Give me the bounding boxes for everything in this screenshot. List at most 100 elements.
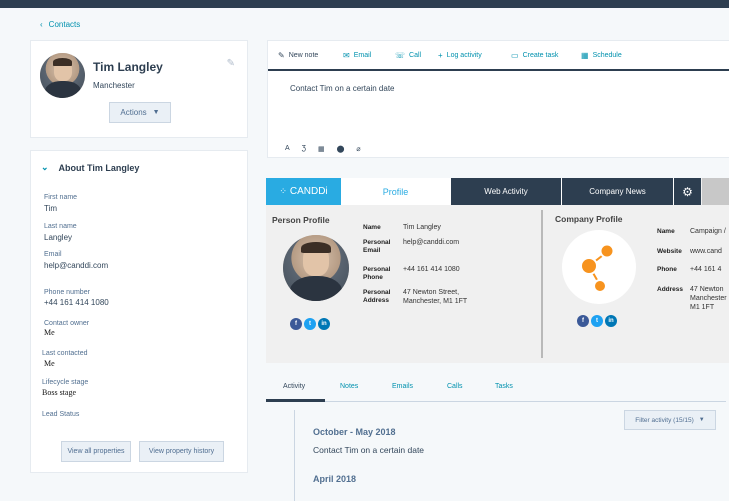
about-contact-card: ⌄ About Tim Langley First name Tim Last … (30, 150, 248, 473)
gear-icon[interactable]: ⚙ (673, 178, 701, 205)
tab-create-task[interactable]: ▭ Create task (511, 51, 558, 60)
facebook-icon[interactable]: f (290, 318, 302, 330)
table-icon[interactable]: ▦ (318, 145, 325, 153)
caret-down-icon: ▼ (698, 417, 705, 423)
tab-schedule[interactable]: ▦ Schedule (581, 51, 622, 60)
canddi-widget: ⁘ CANDDi Profile Web Activity Company Ne… (266, 178, 729, 363)
phone-icon: ☏ (395, 51, 406, 60)
tab-new-note-label: New note (288, 52, 319, 59)
company-profile-heading: Company Profile (555, 214, 623, 224)
task-icon: ▭ (511, 51, 519, 60)
company-facebook-icon[interactable]: f (577, 315, 589, 327)
active-tab-indicator (266, 399, 325, 402)
prop-label-first-name: First name (44, 194, 78, 201)
canddi-tab-company-news[interactable]: Company News (561, 178, 673, 205)
tab-create-task-label: Create task (522, 52, 559, 59)
company-website-value[interactable]: www.cand (690, 247, 729, 256)
canddi-extra-tab[interactable] (702, 178, 729, 205)
avatar (40, 53, 85, 98)
prop-value-lifecycle[interactable]: Boss stage (42, 388, 76, 397)
person-address-label: Personal Address (363, 289, 391, 304)
about-section-toggle[interactable]: ⌄ About Tim Langley (41, 162, 139, 173)
envelope-icon: ✉ (343, 51, 350, 60)
location-icon[interactable]: ⬤ (337, 145, 345, 153)
prop-label-last-name: Last name (44, 223, 77, 230)
note-editor[interactable]: Contact Tim on a certain date (290, 84, 395, 93)
tab-new-note[interactable]: ✎ New note (278, 51, 318, 60)
company-name-label: Name (657, 228, 675, 235)
edit-icon: ✎ (278, 51, 285, 60)
tab-tasks[interactable]: Tasks (495, 383, 513, 390)
contact-name: Tim Langley (93, 60, 163, 74)
prop-label-owner: Contact owner (44, 320, 90, 327)
tab-notes[interactable]: Notes (340, 383, 358, 390)
tab-log-activity-label: Log activity (446, 52, 482, 59)
company-logo-graphic (580, 243, 615, 293)
prop-label-email: Email (44, 251, 62, 258)
pencil-icon[interactable]: ✎ (227, 58, 235, 69)
person-phone-value: +44 161 414 1080 (403, 266, 460, 273)
view-property-history-button[interactable]: View property history (139, 441, 224, 462)
prop-value-last-contacted[interactable]: Me (44, 359, 55, 368)
person-name-value: Tim Langley (403, 224, 441, 231)
filter-activity-button[interactable]: Filter activity (15/15) ▼ (624, 410, 716, 430)
person-photo (283, 235, 349, 301)
person-address-value: 47 Newton Street, Manchester, M1 1FT (403, 289, 468, 305)
breadcrumb-contacts[interactable]: Contacts (49, 20, 81, 29)
timeline-activity-item[interactable]: Contact Tim on a certain date (313, 445, 424, 455)
company-website-label: Website (657, 248, 682, 255)
text-snippet-icon[interactable]: Ʒ (302, 145, 306, 153)
company-phone-value: +44 161 4 (690, 266, 722, 273)
timeline-month-heading-2: April 2018 (313, 474, 357, 484)
timeline-line (294, 410, 295, 501)
company-linkedin-icon[interactable]: in (605, 315, 617, 327)
prop-value-owner[interactable]: Me (44, 328, 55, 337)
canddi-tab-bar: ⁘ CANDDi Profile Web Activity Company Ne… (266, 178, 729, 205)
person-email-label: Personal Email (363, 239, 391, 254)
attachment-icon[interactable]: ⌀ (356, 145, 360, 153)
breadcrumb[interactable]: ‹ Contacts (40, 20, 80, 29)
prop-label-phone: Phone number (44, 289, 90, 296)
actions-label: Actions (120, 108, 147, 117)
tab-email-label: Email (353, 52, 372, 59)
contact-profile-card: Tim Langley Manchester ✎ Actions ▼ (30, 40, 248, 138)
profile-divider (541, 210, 543, 358)
company-address-value: 47 Newton Manchester M1 1FT (690, 286, 727, 311)
actions-dropdown-button[interactable]: Actions ▼ (109, 102, 171, 123)
view-all-properties-button[interactable]: View all properties (61, 441, 131, 462)
prop-label-lead-status: Lead Status (42, 411, 80, 418)
compose-tabs: ✎ New note ✉ Email ☏ Call + Log activity… (268, 41, 729, 71)
linkedin-icon[interactable]: in (318, 318, 330, 330)
company-twitter-icon[interactable]: t (591, 315, 603, 327)
filter-activity-label: Filter activity (15/15) (635, 416, 694, 424)
plus-icon: + (438, 51, 443, 60)
tab-email[interactable]: ✉ Email (343, 51, 371, 60)
top-nav-bar (0, 0, 729, 8)
about-title: About Tim Langley (58, 162, 140, 173)
tab-call[interactable]: ☏ Call (395, 51, 421, 60)
person-email-value[interactable]: help@canddi.com (403, 238, 459, 247)
person-name-label: Name (363, 224, 381, 231)
activity-tabs: Activity Notes Emails Calls Tasks (266, 378, 726, 402)
tab-call-label: Call (409, 52, 422, 59)
prop-value-phone[interactable]: +44 161 414 1080 (44, 298, 109, 307)
tab-activity[interactable]: Activity (283, 383, 305, 390)
tab-calls[interactable]: Calls (447, 383, 463, 390)
tab-log-activity[interactable]: + Log activity (438, 51, 482, 60)
tab-emails[interactable]: Emails (392, 383, 413, 390)
prop-label-last-contacted: Last contacted (42, 350, 88, 357)
person-phone-label: Personal Phone (363, 266, 391, 281)
twitter-icon[interactable]: t (304, 318, 316, 330)
prop-label-lifecycle: Lifecycle stage (42, 379, 89, 386)
canddi-tab-profile[interactable]: Profile (341, 178, 450, 205)
company-address-label: Address (657, 286, 684, 293)
chevron-down-icon: ⌄ (41, 162, 49, 172)
format-toolbar: A Ʒ ▦ ⬤ ⌀ (285, 145, 361, 153)
prop-value-email[interactable]: help@canddi.com (44, 261, 108, 270)
prop-value-last-name[interactable]: Langley (44, 233, 72, 242)
canddi-tab-web-activity[interactable]: Web Activity (450, 178, 561, 205)
prop-value-first-name[interactable]: Tim (44, 204, 57, 213)
timeline-month-heading: October - May 2018 (313, 427, 396, 437)
font-style-icon[interactable]: A (285, 145, 290, 153)
company-name-value: Campaign / (690, 228, 726, 235)
